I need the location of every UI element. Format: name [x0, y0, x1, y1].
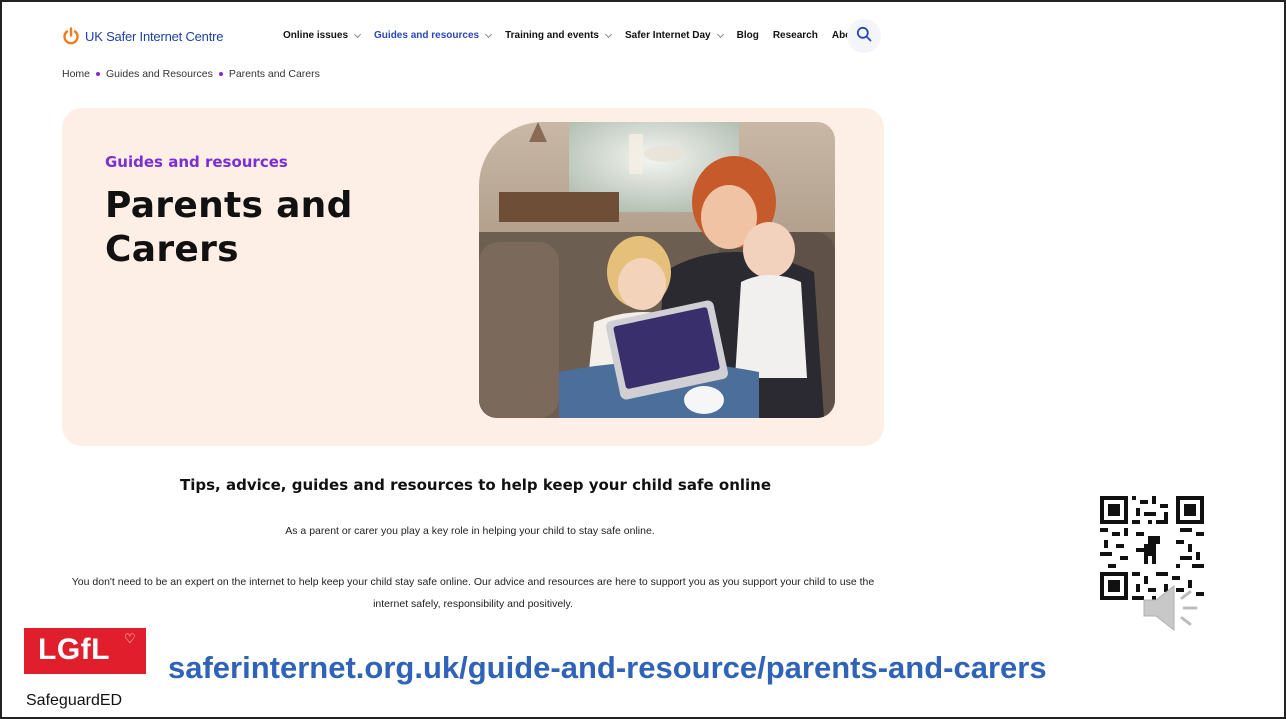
- heart-icon: ♡: [124, 632, 136, 647]
- hero-kicker: Guides and resources: [105, 153, 288, 171]
- nav-item-label: Safer Internet Day: [625, 30, 711, 41]
- intro-paragraph-2: You don't need to be an expert on the in…: [71, 576, 875, 610]
- breadcrumb-separator: [218, 72, 223, 76]
- nav-item-label: Guides and resources: [374, 30, 480, 41]
- chevron-down-icon: [485, 30, 493, 38]
- intro-heading: Tips, advice, guides and resources to he…: [180, 476, 772, 494]
- nav-item-label: Research: [772, 30, 818, 41]
- nav-item-online-issues[interactable]: Online issues: [283, 30, 362, 41]
- breadcrumb-guides[interactable]: Guides and Resources: [106, 68, 213, 80]
- nav-item-research[interactable]: Research: [773, 30, 818, 41]
- breadcrumb: Home Guides and Resources Parents and Ca…: [62, 68, 320, 80]
- resource-url[interactable]: saferinternet.org.uk/guide-and-resource/…: [168, 650, 1047, 686]
- nav-item-safer-internet-day[interactable]: Safer Internet Day: [625, 30, 724, 41]
- nav-item-blog[interactable]: Blog: [737, 30, 759, 41]
- breadcrumb-separator: [96, 72, 101, 76]
- site-logo-text: UK Safer Internet Centre: [85, 28, 224, 44]
- breadcrumb-home[interactable]: Home: [62, 68, 90, 80]
- page-title: Parents and Carers: [105, 185, 353, 270]
- chevron-down-icon: [604, 30, 613, 38]
- nav-item-guides-and-resources[interactable]: Guides and resources: [374, 30, 493, 41]
- hero-banner: Guides and resources Parents and Carers: [62, 108, 884, 446]
- hero-family-photo: [479, 122, 835, 418]
- power-icon: [62, 27, 80, 45]
- search-button[interactable]: [847, 19, 881, 53]
- breadcrumb-current: Parents and Carers: [228, 68, 320, 80]
- site-logo[interactable]: UK Safer Internet Centre: [62, 27, 223, 45]
- nav-item-label: Training and events: [505, 30, 599, 41]
- chevron-down-icon: [716, 30, 724, 38]
- search-icon: [856, 26, 872, 46]
- chevron-down-icon: [353, 30, 362, 38]
- intro-paragraph-1: As a parent or carer you play a key role…: [285, 525, 655, 537]
- lgfl-logo-box: LGfL ♡: [24, 628, 146, 674]
- nav-item-label: Online issues: [283, 30, 349, 41]
- main-nav: Online issues Guides and resources Train…: [283, 30, 875, 41]
- lgfl-logo-subtitle: SafeguardED: [26, 692, 123, 709]
- speaker-icon[interactable]: [1140, 580, 1202, 636]
- nav-item-label: Blog: [736, 30, 759, 41]
- nav-item-training-and-events[interactable]: Training and events: [505, 30, 613, 41]
- lgfl-logo: LGfL ♡ SafeguardED: [24, 628, 146, 716]
- lgfl-logo-text: LGfL: [38, 633, 110, 666]
